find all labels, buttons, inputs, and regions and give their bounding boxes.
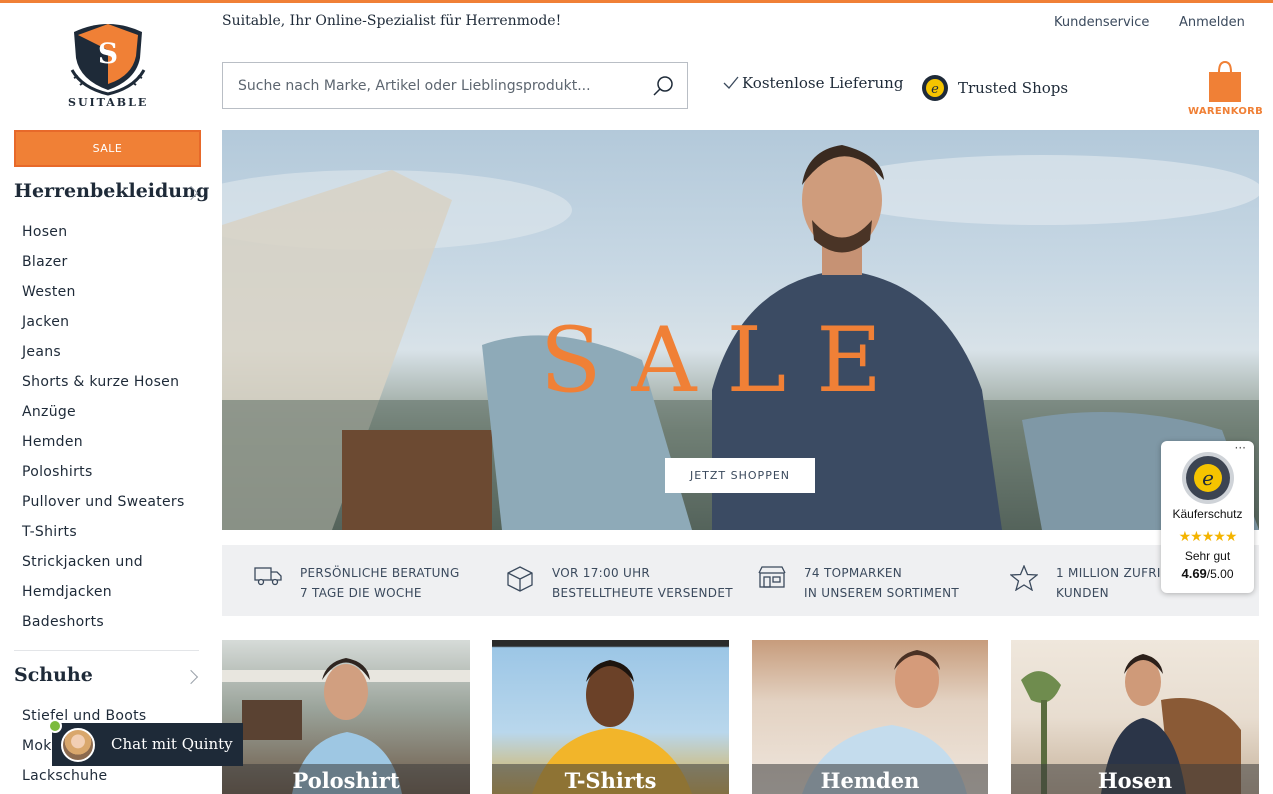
svg-text:e: e [931,82,939,97]
sidebar-item-jeans[interactable]: Jeans [22,342,185,372]
tile-label: Hemden [752,764,988,794]
shield-crest-icon: S [70,24,146,96]
cart-label: WARENKORB [1188,106,1264,117]
chat-widget[interactable]: Chat mit Quinty [52,723,243,766]
hero-banner[interactable]: SALE JETZT SHOPPEN [222,130,1259,530]
svg-text:e: e [1202,466,1214,490]
cart-button[interactable]: WARENKORB [1188,60,1264,117]
star-icon [1010,565,1038,591]
usp-line1: 74 TOPMARKEN [804,566,903,580]
hero-title: SALE [539,308,912,413]
sale-button[interactable]: SALE [14,130,201,167]
usp-line2: 7 TAGE DIE WOCHE [300,586,422,600]
usp-text: VOR 17:00 UHR BESTELLTHEUTE VERSENDET [552,563,733,603]
search-input[interactable] [223,63,643,108]
category-herrenbekleidung[interactable]: Herrenbekleidung [14,180,209,202]
score-max: /5.00 [1206,567,1234,581]
sidebar-item-strickjacken[interactable]: Strickjacken und [22,552,185,582]
suitable-logo[interactable]: S SUITABLE [68,18,148,110]
tagline: Suitable, Ihr Online-Spezialist für Herr… [222,13,562,29]
category-tile-poloshirt[interactable]: Poloshirt [222,640,470,794]
login-link[interactable]: Anmelden [1179,15,1245,30]
sidebar-item-shorts[interactable]: Shorts & kurze Hosen [22,372,185,402]
usp-line2: BESTELLTHEUTE VERSENDET [552,586,733,600]
trusted-shops-label: Trusted Shops [958,79,1069,97]
sidebar-item-hosen[interactable]: Hosen [22,222,185,252]
usp-item: 74 TOPMARKEN IN UNSEREM SORTIMENT [758,563,959,603]
category-schuhe[interactable]: Schuhe [14,664,93,686]
online-status-dot [48,719,62,733]
shopping-bag-icon [1209,60,1241,102]
usp-text: PERSÖNLICHE BERATUNG 7 TAGE DIE WOCHE [300,563,460,603]
sidebar-item-tshirts[interactable]: T-Shirts [22,522,185,552]
avatar [61,728,95,762]
tile-label: Hosen [1011,764,1259,794]
sidebar-item-westen[interactable]: Westen [22,282,185,312]
customer-service-link[interactable]: Kundenservice [1054,15,1149,30]
herrenbekleidung-list: Hosen Blazer Westen Jacken Jeans Shorts … [22,222,185,642]
score-value: 4.69 [1181,566,1207,581]
tile-label: Poloshirt [222,764,470,794]
free-delivery-label: Kostenlose Lieferung [742,74,904,92]
usp-text: 74 TOPMARKEN IN UNSEREM SORTIMENT [804,563,959,603]
sidebar-item-lackschuhe[interactable]: Lackschuhe [22,766,146,794]
usp-line2: IN UNSEREM SORTIMENT [804,586,960,600]
box-icon [507,566,533,592]
truck-icon [254,567,282,586]
usp-line1: VOR 17:00 UHR [552,566,651,580]
trusted-shops-badge[interactable]: ··· e Käuferschutz ★★★★★ Sehr gut 4.69/5… [1161,441,1254,593]
rating-text: Sehr gut [1184,549,1231,563]
tile-label: T-Shirts [492,764,729,794]
logo-wordmark: SUITABLE [68,96,149,109]
kaeuferschutz-label: Käuferschutz [1172,507,1243,521]
sidebar-item-badeshorts[interactable]: Badeshorts [22,612,185,642]
sidebar-item-hemden[interactable]: Hemden [22,432,185,462]
sidebar-item-pullover[interactable]: Pullover und Sweaters [22,492,185,522]
rating-stars: ★★★★★ [1178,529,1238,545]
search-box [222,62,688,109]
usp-item: VOR 17:00 UHR BESTELLTHEUTE VERSENDET [506,563,733,603]
checkmark-icon [723,76,739,89]
top-accent-line [0,0,1273,3]
category-tile-hemden[interactable]: Hemden [752,640,988,794]
svg-text:S: S [98,37,118,70]
sidebar-item-hemdjacken[interactable]: Hemdjacken [22,582,185,612]
chat-label: Chat mit Quinty [111,735,233,753]
shop-now-button[interactable]: JETZT SHOPPEN [665,458,815,493]
chevron-right-icon[interactable] [183,669,199,685]
trusted-shops-seal-icon: e [1182,452,1234,504]
sidebar-item-poloshirts[interactable]: Poloshirts [22,462,185,492]
more-options-icon[interactable]: ··· [1235,441,1246,455]
free-delivery-usp: Kostenlose Lieferung [723,74,903,92]
usp-item: PERSÖNLICHE BERATUNG 7 TAGE DIE WOCHE [254,563,460,603]
rating-score: 4.69/5.00 [1161,566,1254,581]
search-icon[interactable] [651,74,675,98]
sidebar-item-anzuege[interactable]: Anzüge [22,402,185,432]
sidebar-item-jacken[interactable]: Jacken [22,312,185,342]
sidebar-divider [14,650,199,651]
store-icon [758,566,786,588]
trusted-shops-icon: e [922,75,948,101]
category-tile-hosen[interactable]: Hosen [1011,640,1259,794]
category-tile-tshirts[interactable]: T-Shirts [492,640,729,794]
trusted-shops-usp[interactable]: e Trusted Shops [921,74,1068,102]
sidebar-item-blazer[interactable]: Blazer [22,252,185,282]
usp-line1: PERSÖNLICHE BERATUNG [300,566,460,580]
usp-bar: PERSÖNLICHE BERATUNG 7 TAGE DIE WOCHE VO… [222,545,1259,616]
